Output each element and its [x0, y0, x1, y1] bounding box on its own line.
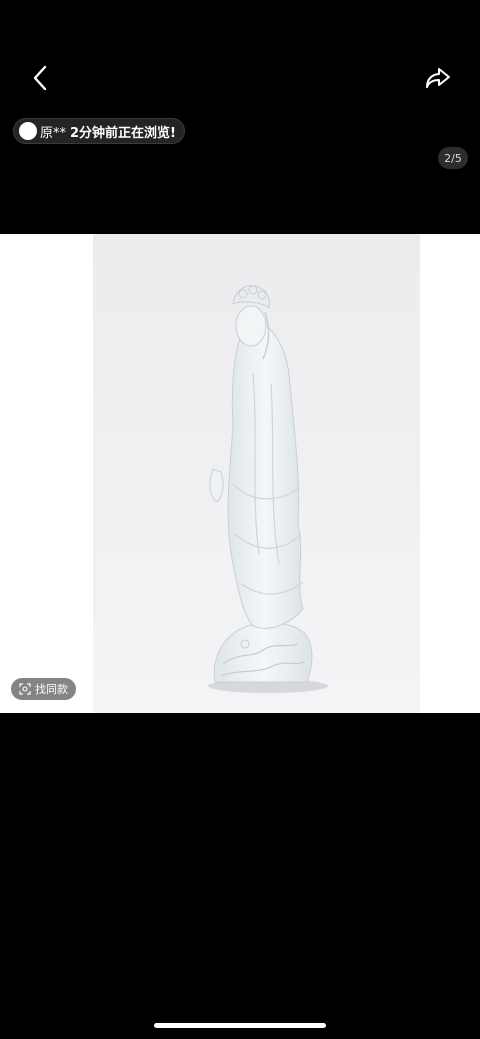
share-button[interactable]: [420, 60, 456, 96]
page-counter: 2/5: [438, 147, 468, 169]
viewer-name: 原**: [40, 125, 67, 141]
product-photo: [93, 234, 420, 713]
share-forward-icon: [426, 68, 450, 88]
image-viewer[interactable]: 找同款: [0, 234, 480, 713]
find-same-button[interactable]: 找同款: [11, 678, 76, 700]
statue-image: [208, 285, 328, 693]
find-same-label: 找同款: [35, 683, 68, 696]
viewer-notice-text: 2分钟前正在浏览!: [70, 125, 176, 141]
avatar: [19, 122, 37, 140]
chevron-left-icon: [33, 65, 47, 91]
scan-icon: [19, 683, 31, 695]
home-indicator[interactable]: [154, 1023, 326, 1028]
viewer-notice: 原** 2分钟前正在浏览!: [13, 118, 185, 144]
back-button[interactable]: [24, 60, 56, 96]
